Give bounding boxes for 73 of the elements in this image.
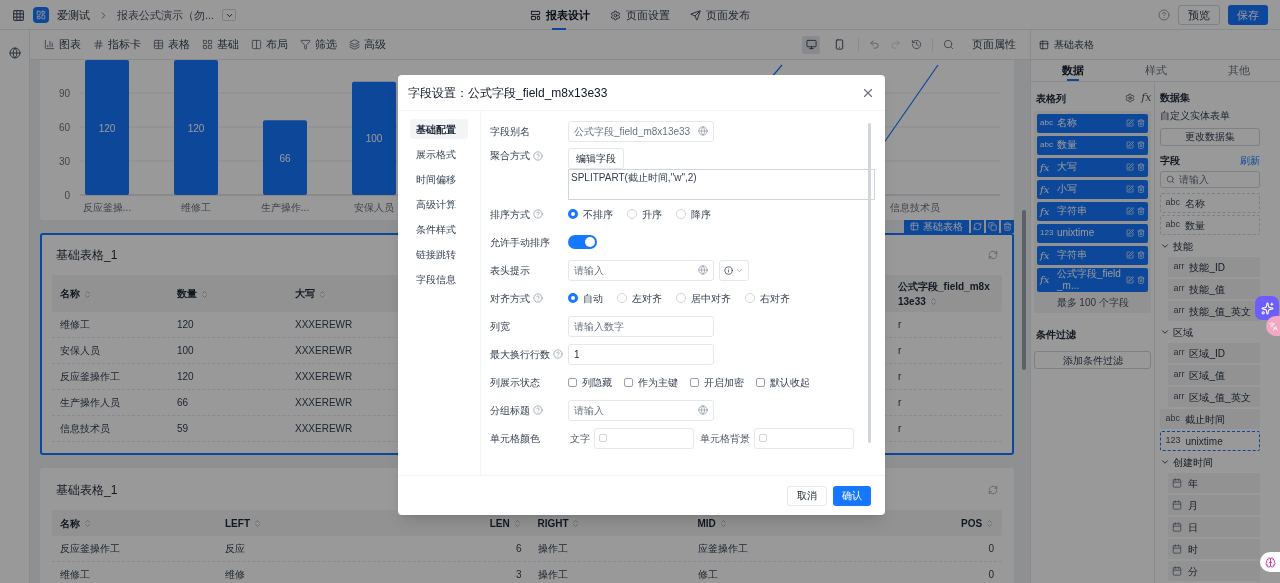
table-cell-text: 0: [987, 568, 995, 582]
table-cell-text: 6: [514, 542, 523, 556]
table-cell-text: 100: [176, 344, 195, 358]
table-cell-text: 修工: [696, 568, 719, 582]
table-cell-text: 66: [176, 396, 190, 410]
form-label: 最大换行行数: [490, 347, 550, 362]
table-cell-text: 安保人员: [59, 344, 101, 358]
bar-value-label: 100: [365, 133, 383, 145]
table-cell-text: 120: [176, 370, 195, 384]
section-title: 表格列: [1036, 91, 1066, 106]
table-cell-text: XXXEREWR: [294, 370, 354, 384]
section-title: 字段: [1160, 154, 1181, 168]
table-title: 基础表格_1: [56, 247, 118, 264]
field-group-label: 创建时间: [1173, 455, 1214, 470]
table-cell-text: 维修工: [59, 318, 91, 332]
dataset-name: 自定义实体表单: [1160, 109, 1232, 123]
table-cell-text: XXXEREWR: [294, 344, 354, 358]
form-label: 对齐方式: [490, 291, 530, 306]
table-cell-text: 信息技术员: [59, 422, 111, 436]
table-cell-text: 反应釜操作工: [59, 370, 121, 384]
panel-title: 基础表格: [1054, 38, 1094, 52]
table-cell-text: 3: [514, 568, 523, 582]
x-axis-label: 安保人员: [354, 202, 394, 213]
dialog-title: 字段设置：公式字段_field_m8x13e33: [408, 84, 608, 102]
columns-note: 最多 100 个字段: [1055, 295, 1130, 310]
table-cell-text: r: [897, 344, 903, 358]
bar-value-label: 120: [187, 122, 205, 134]
form-label: 允许手动排序: [490, 235, 550, 250]
form-label: 列展示状态: [490, 375, 540, 390]
table-cell-text: 操作工: [536, 568, 569, 582]
table-cell-text: r: [897, 370, 903, 384]
table-title: 基础表格_1: [56, 482, 118, 499]
bar-value-label: 66: [279, 152, 291, 164]
table-cell-text: 应釜操作工: [696, 542, 749, 556]
section-title: 条件过滤: [1035, 327, 1077, 342]
color-label: 文字: [570, 431, 590, 446]
table-cell-text: 反应: [224, 542, 246, 556]
table-cell-text: 维修工: [59, 568, 91, 582]
form-label: 表头提示: [490, 263, 530, 278]
y-tick-label: 60: [58, 122, 70, 133]
table-cell-text: 维修: [224, 568, 246, 582]
bar-value-label: 120: [98, 122, 116, 134]
field-group-label: 技能: [1173, 239, 1194, 254]
section-title: 数据集: [1160, 91, 1192, 105]
x-axis-label: 生产操作...: [260, 202, 310, 213]
form-label: 排序方式: [490, 207, 530, 222]
field-group-label: 区域: [1173, 325, 1194, 340]
x-axis-label: 反应釜操...: [82, 202, 132, 213]
table-cell-text: 反应釜操作工: [59, 542, 121, 556]
y-tick-label: 30: [58, 156, 70, 167]
table-cell-text: 120: [176, 318, 195, 332]
x-axis-label: 维修工: [181, 202, 211, 213]
table-cell-text: 0: [987, 542, 995, 556]
x-axis-label: 信息技术员: [890, 202, 940, 213]
y-tick-label: 90: [58, 88, 70, 99]
table-cell-text: XXXEREWR: [294, 396, 354, 410]
form-label: 列宽: [490, 319, 510, 334]
component-tag: 基础表格: [904, 220, 969, 233]
table-cell-text: r: [897, 422, 903, 436]
table-cell-text: 59: [176, 422, 190, 436]
app-name: 爱测试: [57, 7, 90, 23]
color-label: 单元格背景: [700, 431, 750, 446]
y-tick-label: 0: [64, 190, 70, 201]
form-label: 分组标题: [490, 403, 530, 418]
form-label: 单元格颜色: [490, 431, 540, 446]
form-label: 字段别名: [490, 124, 530, 139]
table-cell-text: r: [897, 318, 903, 332]
table-cell-text: r: [897, 396, 903, 410]
table-cell-text: 操作工: [536, 542, 569, 556]
table-cell-text: XXXEREWR: [294, 422, 354, 436]
form-label: 聚合方式: [490, 149, 530, 163]
table-cell-text: XXXEREWR: [294, 318, 354, 332]
table-cell-text: 生产操作人员: [59, 396, 121, 410]
